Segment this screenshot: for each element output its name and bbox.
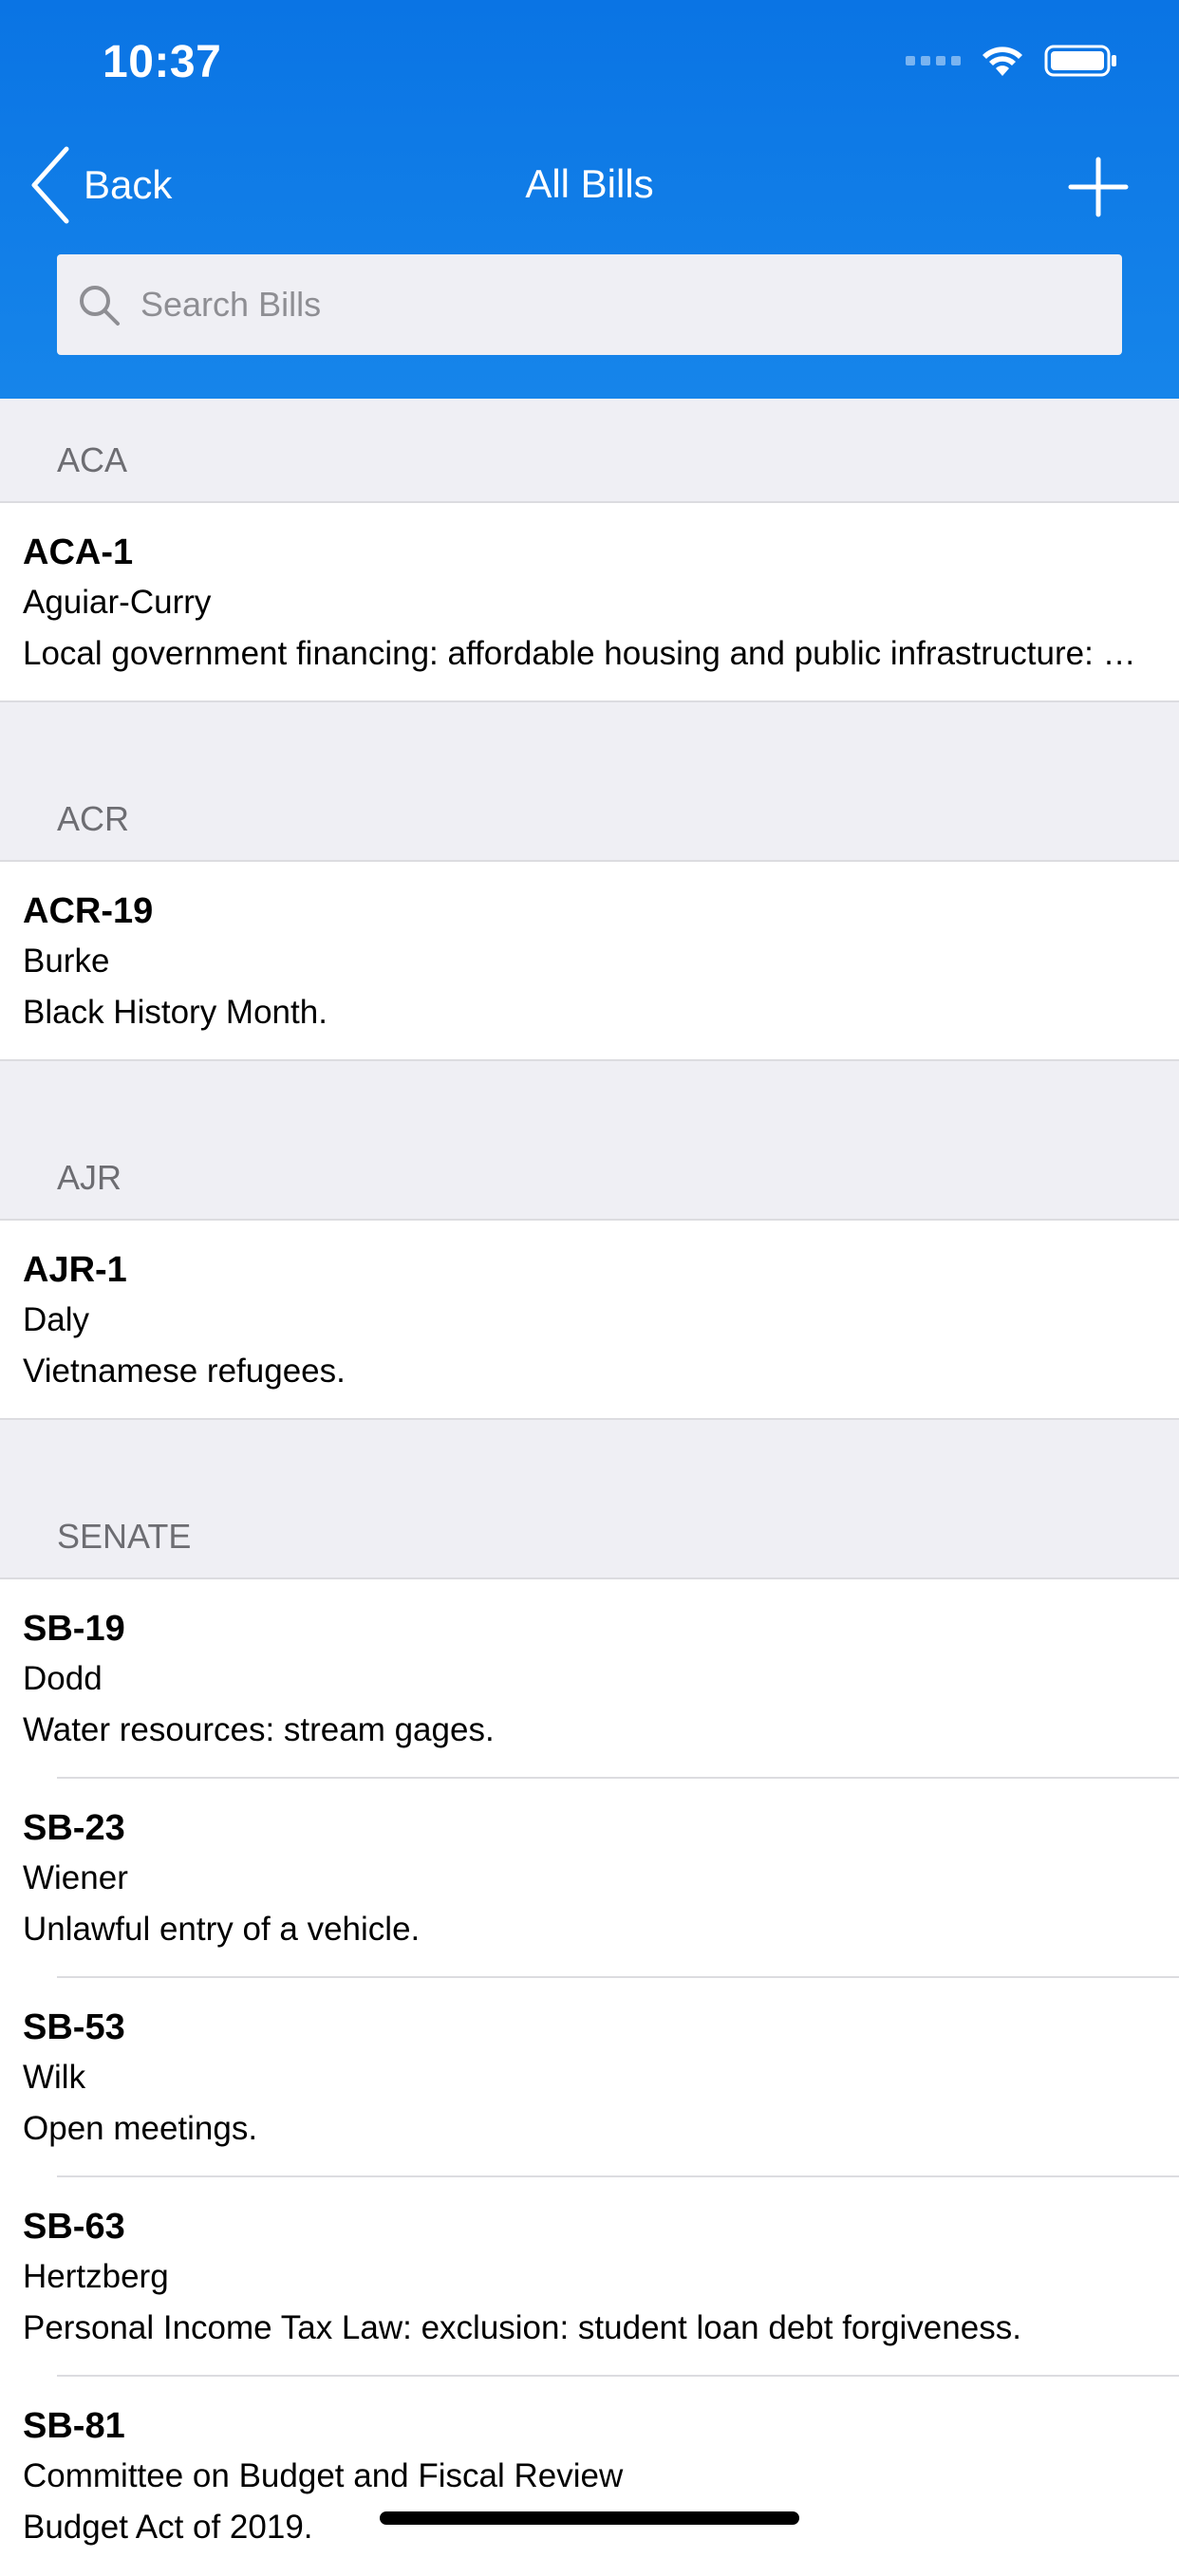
status-time: 10:37 — [103, 37, 222, 87]
section-header: ACR — [0, 702, 1179, 862]
bill-author: Hertzberg — [23, 2258, 169, 2295]
bill-author: Burke — [23, 943, 110, 980]
search-icon — [80, 286, 120, 326]
list-item[interactable]: SB-53 Wilk Open meetings. — [0, 1978, 1179, 2177]
wifi-icon — [982, 47, 1022, 76]
bill-id: SB-63 — [23, 2207, 125, 2247]
nav-header: 10:37 Back All Bills — [0, 0, 1179, 399]
bill-description: Budget Act of 2019. — [23, 2509, 313, 2546]
bill-id: SB-19 — [23, 1609, 125, 1649]
bill-author: Wiener — [23, 1859, 128, 1896]
list-item[interactable]: SB-63 Hertzberg Personal Income Tax Law:… — [0, 2177, 1179, 2377]
bill-description: Vietnamese refugees. — [23, 1353, 346, 1390]
list-item[interactable]: AJR-1 Daly Vietnamese refugees. — [0, 1221, 1179, 1420]
bill-description: Unlawful entry of a vehicle. — [23, 1911, 421, 1948]
signal-icon — [906, 56, 961, 65]
bill-id: ACR-19 — [23, 891, 154, 931]
section-header: ACA — [0, 399, 1179, 503]
bill-description: Local government financing: affordable h… — [23, 635, 1152, 672]
status-icons — [906, 44, 1118, 78]
bill-id: AJR-1 — [23, 1250, 127, 1290]
section-header: AJR — [0, 1061, 1179, 1221]
section-header: SENATE — [0, 1420, 1179, 1579]
bill-id: SB-81 — [23, 2406, 125, 2446]
search-bar[interactable] — [57, 254, 1122, 355]
list-item[interactable]: SB-19 Dodd Water resources: stream gages… — [0, 1579, 1179, 1779]
bill-author: Aguiar-Curry — [23, 584, 212, 621]
bill-description: Water resources: stream gages. — [23, 1711, 495, 1748]
bill-id: SB-23 — [23, 1808, 125, 1848]
bill-description: Open meetings. — [23, 2110, 258, 2147]
bills-list: ACA ACA-1 Aguiar-Curry Local government … — [0, 399, 1179, 2576]
bill-description: Personal Income Tax Law: exclusion: stud… — [23, 2309, 1021, 2346]
home-indicator[interactable] — [380, 2511, 799, 2525]
list-item[interactable]: SB-81 Committee on Budget and Fiscal Rev… — [0, 2377, 1179, 2576]
bill-author: Dodd — [23, 1660, 103, 1697]
bill-author: Daly — [23, 1301, 90, 1338]
page-title: All Bills — [525, 161, 654, 206]
section-label: AJR — [57, 1158, 122, 1197]
section-label: ACR — [57, 799, 130, 838]
bill-author: Wilk — [23, 2059, 86, 2096]
section-label: SENATE — [57, 1517, 192, 1556]
bill-author: Committee on Budget and Fiscal Review — [23, 2457, 624, 2494]
list-item[interactable]: SB-23 Wiener Unlawful entry of a vehicle… — [0, 1779, 1179, 1978]
bill-description: Black History Month. — [23, 994, 328, 1031]
section-label: ACA — [57, 440, 128, 479]
list-item[interactable]: ACR-19 Burke Black History Month. — [0, 862, 1179, 1061]
bill-id: ACA-1 — [23, 532, 134, 572]
search-input[interactable] — [139, 284, 1044, 326]
battery-icon — [1044, 45, 1116, 77]
list-item[interactable]: ACA-1 Aguiar-Curry Local government fina… — [0, 503, 1179, 702]
navigation-bar: Back All Bills — [0, 133, 1179, 247]
bill-id: SB-53 — [23, 2007, 125, 2047]
plus-icon[interactable] — [1065, 154, 1132, 220]
